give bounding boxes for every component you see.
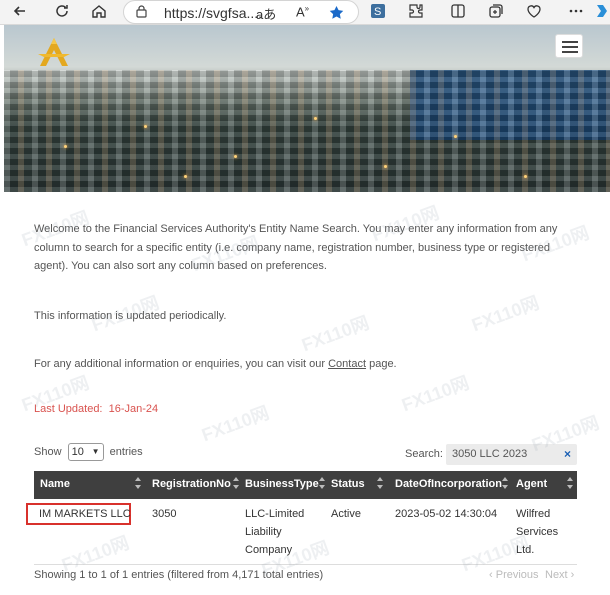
- svg-text:S: S: [374, 6, 381, 18]
- city-light: [184, 175, 187, 178]
- contact-link[interactable]: Contact: [328, 358, 366, 370]
- extensions-icon[interactable]: [406, 3, 426, 21]
- cell-status: Active: [331, 508, 361, 520]
- previous-button[interactable]: ‹ Previous: [489, 569, 539, 581]
- table-header: Name RegistrationNo BusinessType Status …: [34, 471, 577, 499]
- watermark: FX110网: [199, 402, 272, 446]
- lock-icon[interactable]: [136, 5, 147, 18]
- back-icon[interactable]: [10, 3, 30, 21]
- chevron-down-icon: ▼: [91, 447, 100, 456]
- clear-search-icon[interactable]: ×: [564, 447, 571, 461]
- cell-name: IM MARKETS LLC: [39, 508, 131, 520]
- city-light: [384, 165, 387, 168]
- city-light: [524, 175, 527, 178]
- city-light: [314, 117, 317, 120]
- extension-s-icon[interactable]: S: [368, 3, 388, 21]
- more-options-icon[interactable]: [566, 3, 586, 21]
- read-aloud-icon[interactable]: aあ: [256, 4, 276, 23]
- hamburger-menu-icon[interactable]: [555, 34, 583, 58]
- watermark: FX110网: [469, 292, 542, 336]
- cell-date: 2023-05-02 14:30:04: [395, 508, 498, 520]
- column-header-registrationno[interactable]: RegistrationNo: [152, 478, 231, 490]
- sort-icon[interactable]: [567, 477, 573, 491]
- column-header-dateofincorporation[interactable]: DateOfIncorporation: [395, 478, 502, 490]
- favorite-star-icon[interactable]: [329, 5, 344, 20]
- next-button[interactable]: Next ›: [545, 569, 574, 581]
- split-screen-icon[interactable]: [448, 3, 468, 21]
- show-label: Show: [34, 445, 62, 458]
- refresh-icon[interactable]: [52, 3, 72, 21]
- sort-icon[interactable]: [319, 477, 325, 491]
- contact-suffix: page.: [366, 358, 397, 370]
- copilot-icon[interactable]: [594, 3, 610, 21]
- cell-agent-line1: Wilfred: [516, 508, 551, 520]
- performance-icon[interactable]: [524, 3, 544, 21]
- collections-icon[interactable]: [486, 3, 506, 21]
- city-light: [64, 145, 67, 148]
- fsa-logo[interactable]: [36, 36, 72, 68]
- address-bar[interactable]: https://svgfsa.... aあ A»: [123, 0, 359, 24]
- watermark: FX110网: [399, 372, 472, 416]
- entries-label: entries: [109, 445, 143, 458]
- city-light: [454, 135, 457, 138]
- sort-icon[interactable]: [502, 477, 508, 491]
- sort-icon[interactable]: [233, 477, 239, 491]
- city-light: [234, 155, 237, 158]
- column-header-name[interactable]: Name: [40, 478, 70, 490]
- column-header-agent[interactable]: Agent: [516, 478, 547, 490]
- entries-length-control: Show 10 ▼ entries: [34, 443, 143, 461]
- search-input-value[interactable]: 3050 LLC 2023: [452, 448, 527, 460]
- sort-icon[interactable]: [135, 477, 141, 491]
- cell-registration-no: 3050: [152, 508, 177, 520]
- cell-business-type-line1: LLC-Limited: [245, 508, 305, 520]
- hero-banner: [4, 25, 610, 192]
- watermark: FX110网: [89, 292, 162, 336]
- entries-select-value: 10: [71, 446, 84, 458]
- contact-prefix: For any additional information or enquir…: [34, 358, 329, 370]
- city-aerial-image: [4, 70, 610, 192]
- sort-icon[interactable]: [377, 477, 383, 491]
- text-size-icon[interactable]: A»: [296, 4, 309, 19]
- entries-select[interactable]: 10 ▼: [67, 443, 104, 461]
- previous-label: Previous: [495, 569, 539, 581]
- column-header-status[interactable]: Status: [331, 478, 365, 490]
- city-light: [144, 125, 147, 128]
- browser-toolbar: https://svgfsa.... aあ A» S: [0, 0, 610, 25]
- contact-line: For any additional information or enquir…: [34, 355, 574, 374]
- intro-text: Welcome to the Financial Services Author…: [34, 223, 558, 272]
- cell-business-type-line2: Liability: [245, 526, 282, 538]
- next-label: Next: [545, 569, 568, 581]
- url-text[interactable]: https://svgfsa....: [164, 5, 262, 21]
- home-icon[interactable]: [89, 3, 109, 21]
- last-updated-date: 16-Jan-24: [108, 403, 159, 415]
- column-header-businesstype[interactable]: BusinessType: [245, 478, 319, 490]
- search-label: Search:: [405, 448, 443, 460]
